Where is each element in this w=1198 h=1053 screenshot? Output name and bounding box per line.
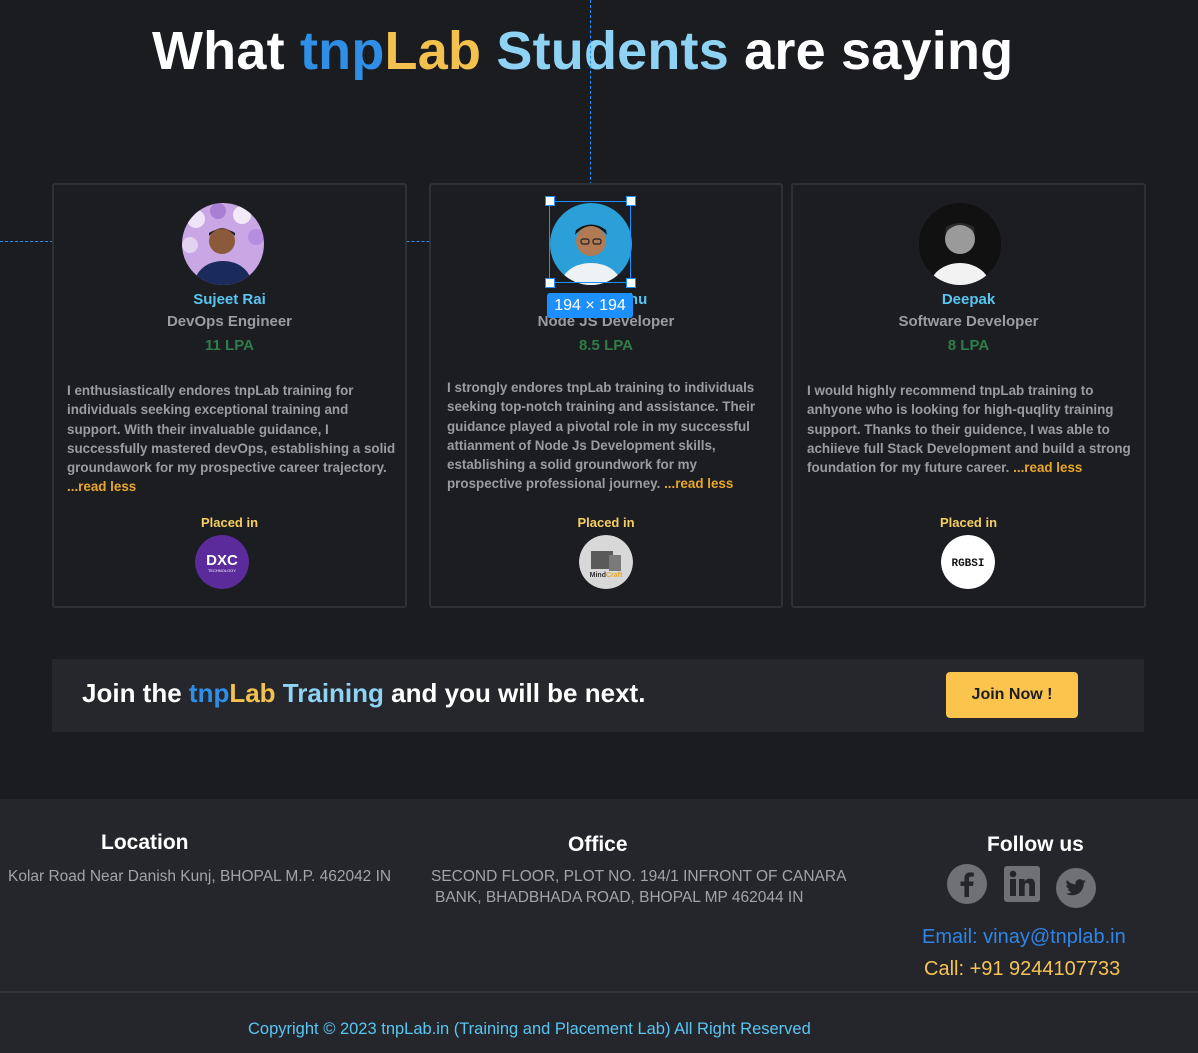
selection-box[interactable] xyxy=(549,201,631,283)
company-logo-rgbsi: RGBSI xyxy=(941,535,995,589)
student-package: 11 LPA xyxy=(205,337,254,354)
avatar xyxy=(919,203,1001,285)
resize-handle-bottom-left[interactable] xyxy=(545,278,555,288)
student-role: DevOps Engineer xyxy=(166,313,293,330)
selection-size-badge: 194 × 194 xyxy=(547,293,633,318)
placed-in-label: Placed in xyxy=(200,515,259,530)
heading-tnp: tnp xyxy=(299,21,385,81)
follow-us-title: Follow us xyxy=(987,833,1084,856)
read-less-link[interactable]: ...read less xyxy=(67,479,136,494)
office-address-line-2: BANK, BHADBHADA ROAD, BHOPAL MP 462044 I… xyxy=(435,889,804,906)
placed-in-label: Placed in xyxy=(939,515,998,530)
location-title: Location xyxy=(101,831,189,854)
student-package: 8 LPA xyxy=(947,337,990,354)
read-less-link[interactable]: ...read less xyxy=(1013,460,1082,475)
student-name: Deepak xyxy=(941,291,996,308)
facebook-icon[interactable] xyxy=(946,863,988,905)
twitter-icon[interactable] xyxy=(1055,867,1097,909)
join-prefix: Join the xyxy=(82,678,182,708)
review-text: I would highly recommend tnpLab training… xyxy=(807,381,1138,477)
contact-phone[interactable]: Call: +91 9244107733 xyxy=(924,958,1120,981)
office-title: Office xyxy=(568,833,628,856)
avatar xyxy=(182,203,264,285)
review-text: I enthusiastically endores tnpLab traini… xyxy=(67,381,399,497)
svg-text:MindCraft: MindCraft xyxy=(590,572,623,579)
join-training: Training xyxy=(282,678,384,708)
read-less-link[interactable]: ...read less xyxy=(664,476,733,491)
page-heading: What tnpLab Students are saying xyxy=(152,20,1013,82)
vertical-guide-line xyxy=(590,0,591,200)
heading-rest: are saying xyxy=(744,21,1014,81)
svg-text:DXC: DXC xyxy=(206,552,238,569)
testimonial-card-1: Sujeet Rai DevOps Engineer 11 LPA I enth… xyxy=(52,183,407,608)
heading-students: Students xyxy=(496,21,729,81)
placed-in-label: Placed in xyxy=(577,515,635,530)
company-logo-dxc: DXC TECHNOLOGY xyxy=(195,535,249,589)
footer-divider xyxy=(0,991,1198,993)
copyright-text: Copyright © 2023 tnpLab.in (Training and… xyxy=(248,1020,811,1038)
office-address-line-1: SECOND FLOOR, PLOT NO. 194/1 INFRONT OF … xyxy=(431,868,847,885)
join-suffix: and you will be next. xyxy=(391,678,646,708)
join-heading: Join the tnpLab Training and you will be… xyxy=(82,678,645,709)
resize-handle-top-right[interactable] xyxy=(626,196,636,206)
svg-text:RGBSI: RGBSI xyxy=(951,558,984,570)
join-now-button[interactable]: Join Now ! xyxy=(946,672,1078,718)
resize-handle-top-left[interactable] xyxy=(545,196,555,206)
heading-what: What xyxy=(152,21,285,81)
review-text: I strongly endores tnpLab training to in… xyxy=(447,378,775,494)
join-lab: Lab xyxy=(229,678,276,708)
linkedin-icon[interactable] xyxy=(1001,863,1043,905)
testimonial-card-3: Deepak Software Developer 8 LPA I would … xyxy=(791,183,1146,608)
location-address: Kolar Road Near Danish Kunj, BHOPAL M.P.… xyxy=(8,868,392,885)
resize-handle-bottom-right[interactable] xyxy=(626,278,636,288)
footer: Location Kolar Road Near Danish Kunj, BH… xyxy=(0,799,1198,1053)
review-body: I enthusiastically endores tnpLab traini… xyxy=(67,383,396,476)
student-package: 8.5 LPA xyxy=(579,337,633,354)
join-banner: Join the tnpLab Training and you will be… xyxy=(52,659,1144,732)
student-role: Software Developer xyxy=(898,313,1039,330)
svg-text:TECHNOLOGY: TECHNOLOGY xyxy=(208,568,236,573)
review-body: I strongly endores tnpLab training to in… xyxy=(447,380,756,492)
join-tnp: tnp xyxy=(188,678,230,708)
heading-lab: Lab xyxy=(384,21,482,81)
student-name: Sujeet Rai xyxy=(193,291,266,308)
company-logo-mindcraft: MindCraft xyxy=(579,535,633,589)
contact-email[interactable]: Email: vinay@tnplab.in xyxy=(922,926,1126,949)
